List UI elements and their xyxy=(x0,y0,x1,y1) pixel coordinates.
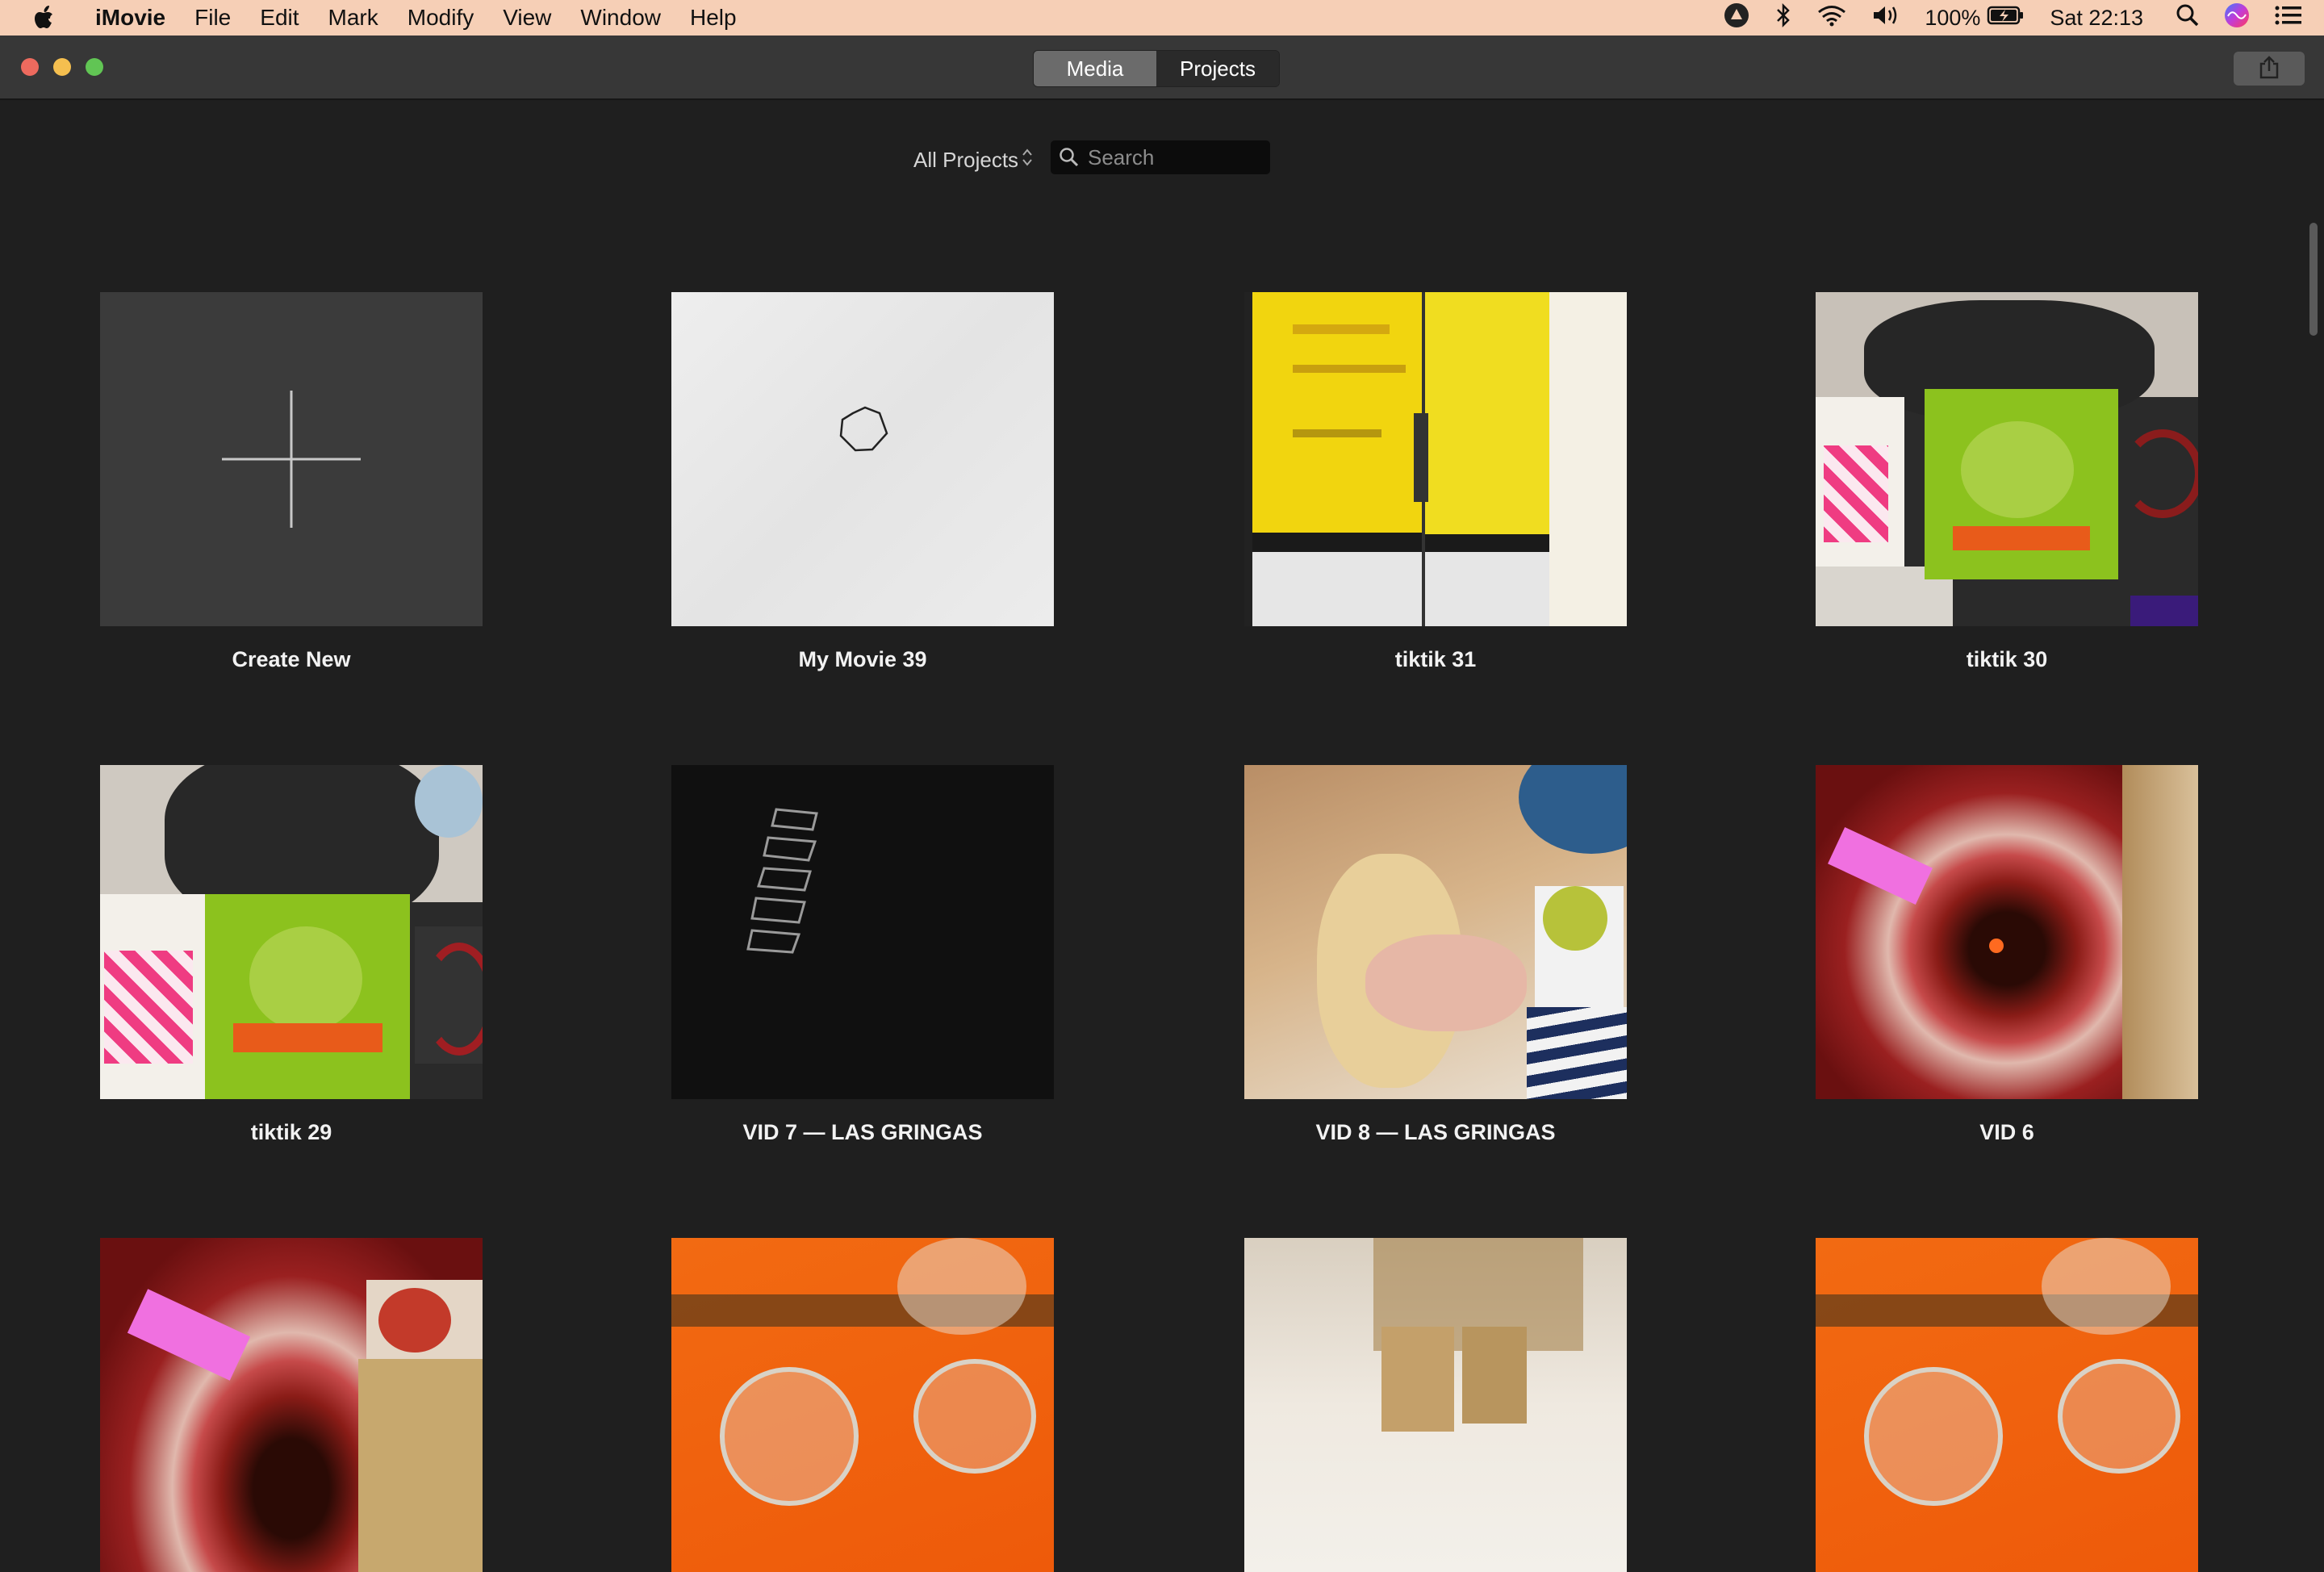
project-label: tiktik 30 xyxy=(1966,647,2048,671)
vertical-scrollbar[interactable] xyxy=(2309,223,2318,336)
battery-icon[interactable] xyxy=(1987,5,2025,31)
search-input[interactable] xyxy=(1086,144,1259,171)
project-filter-select[interactable]: All Projects xyxy=(913,147,1033,174)
tab-media[interactable]: Media xyxy=(1034,51,1156,86)
close-window-button[interactable] xyxy=(21,58,39,76)
project-label: My Movie 39 xyxy=(798,647,927,671)
project-thumbnail[interactable] xyxy=(1816,292,2198,626)
project-label: VID 7 — LAS GRINGAS xyxy=(742,1120,983,1144)
volume-icon[interactable] xyxy=(1871,3,1900,33)
project-thumbnail[interactable] xyxy=(671,292,1054,626)
project-tile[interactable] xyxy=(100,1238,483,1572)
project-tile[interactable]: VID 6 xyxy=(1816,765,2198,1145)
share-icon xyxy=(2259,55,2280,83)
project-tile[interactable]: My Movie 39 xyxy=(671,292,1054,672)
project-thumbnail[interactable] xyxy=(1816,1238,2198,1572)
project-thumbnail[interactable] xyxy=(100,765,483,1099)
siri-icon[interactable] xyxy=(2224,2,2250,34)
clock[interactable]: Sat 22:13 xyxy=(2050,6,2143,31)
menu-mark[interactable]: Mark xyxy=(328,5,378,31)
project-tile[interactable] xyxy=(671,1238,1054,1572)
spotlight-search-icon[interactable] xyxy=(2176,3,2200,33)
project-thumbnail[interactable] xyxy=(1244,765,1627,1099)
menu-modify[interactable]: Modify xyxy=(408,5,474,31)
zoom-window-button[interactable] xyxy=(86,58,103,76)
project-tile[interactable]: tiktik 30 xyxy=(1816,292,2198,672)
project-label: tiktik 29 xyxy=(250,1120,332,1144)
project-label: VID 8 — LAS GRINGAS xyxy=(1315,1120,1556,1144)
project-thumbnail[interactable] xyxy=(671,765,1054,1099)
project-tile[interactable]: VID 8 — LAS GRINGAS xyxy=(1244,765,1627,1145)
bluetooth-icon[interactable] xyxy=(1774,2,1792,34)
wifi-icon[interactable] xyxy=(1816,3,1847,33)
menu-view[interactable]: View xyxy=(503,5,551,31)
project-thumbnail[interactable] xyxy=(1244,292,1627,626)
projects-browser: All Projects Create New My Movie 39 xyxy=(0,100,2324,1572)
menu-window[interactable]: Window xyxy=(580,5,661,31)
tab-projects[interactable]: Projects xyxy=(1156,51,1279,86)
project-thumbnail[interactable] xyxy=(100,1238,483,1572)
share-button[interactable] xyxy=(2234,52,2305,86)
search-icon xyxy=(1059,147,1080,168)
menu-app-name[interactable]: iMovie xyxy=(95,5,165,31)
project-thumbnail[interactable] xyxy=(1244,1238,1627,1572)
notification-center-icon[interactable] xyxy=(2274,4,2303,32)
create-new-thumbnail[interactable] xyxy=(100,292,483,626)
project-tile[interactable]: tiktik 29 xyxy=(100,765,483,1145)
minimize-window-button[interactable] xyxy=(53,58,71,76)
menu-help[interactable]: Help xyxy=(690,5,737,31)
project-thumbnail[interactable] xyxy=(671,1238,1054,1572)
create-new-tile[interactable]: Create New xyxy=(100,292,483,672)
status-area: 100% Sat 22:13 xyxy=(1723,0,2324,36)
project-tile[interactable]: VID 7 — LAS GRINGAS xyxy=(671,765,1054,1145)
chevron-updown-icon xyxy=(1022,147,1033,174)
menu-bar: iMovie File Edit Mark Modify View Window… xyxy=(0,0,2324,36)
project-label: tiktik 31 xyxy=(1394,647,1477,671)
view-segmented-control: Media Projects xyxy=(1033,50,1280,87)
project-tile[interactable] xyxy=(1244,1238,1627,1572)
search-field[interactable] xyxy=(1051,140,1270,174)
window-toolbar: Media Projects xyxy=(0,36,2324,100)
battery-percent: 100% xyxy=(1925,5,1981,30)
project-label: Create New xyxy=(232,647,351,671)
creative-cloud-icon[interactable] xyxy=(1723,2,1750,35)
project-thumbnail[interactable] xyxy=(1816,765,2198,1099)
menu-file[interactable]: File xyxy=(194,5,231,31)
project-filter-label: All Projects xyxy=(913,148,1019,172)
project-label: VID 6 xyxy=(1979,1120,2034,1144)
project-tile[interactable]: tiktik 31 xyxy=(1244,292,1627,672)
menu-edit[interactable]: Edit xyxy=(260,5,299,31)
apple-logo-icon[interactable] xyxy=(32,3,58,32)
project-tile[interactable] xyxy=(1816,1238,2198,1572)
